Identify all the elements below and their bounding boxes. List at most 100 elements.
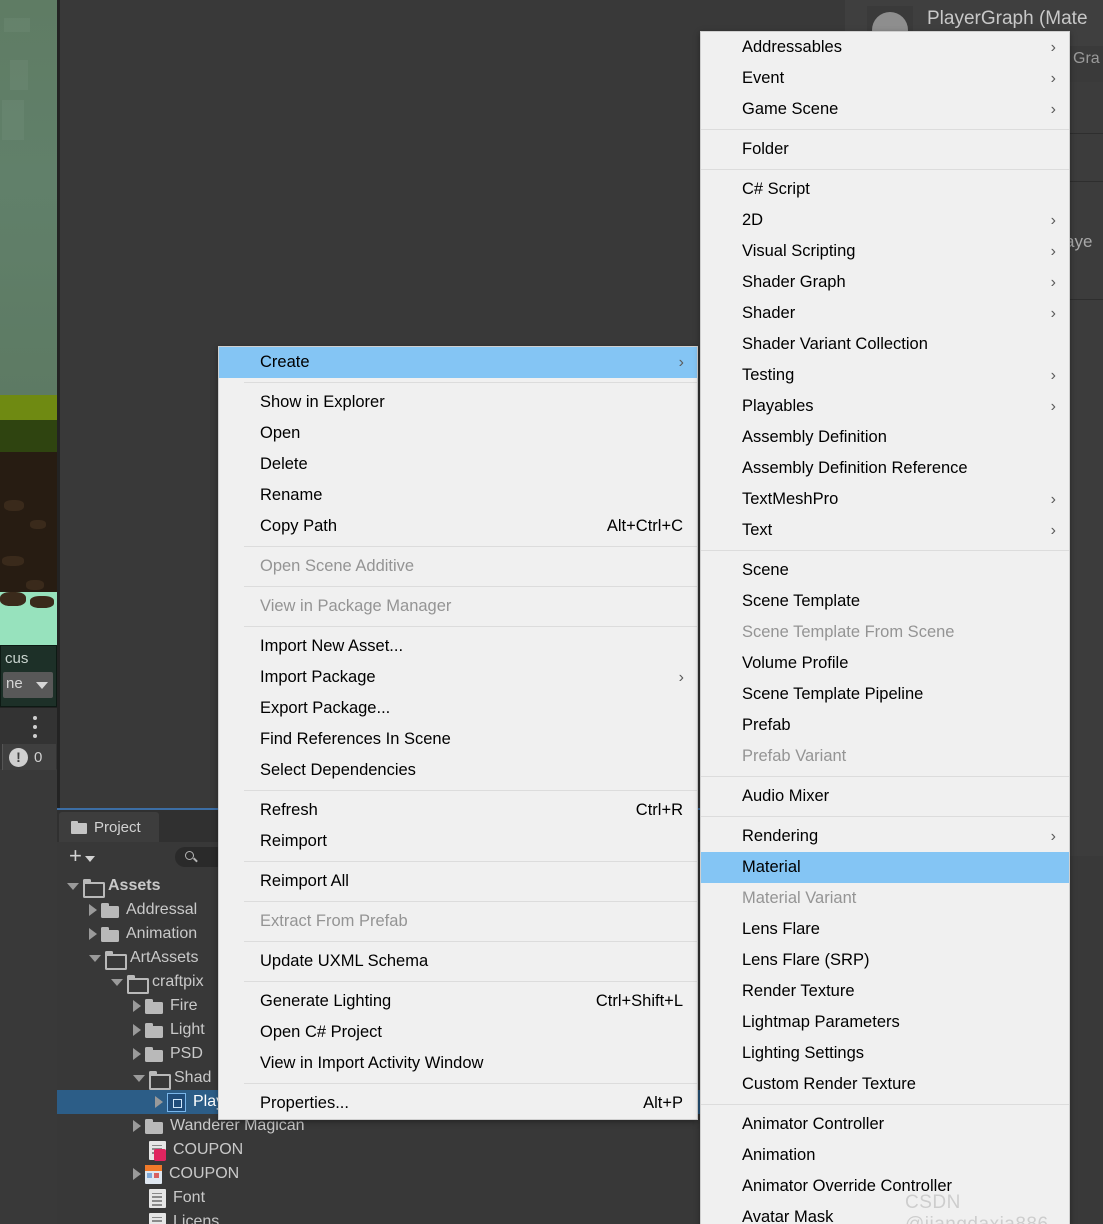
menu-item-label: Import New Asset... [260,637,404,655]
menu-item-rename[interactable]: Rename [219,480,697,511]
menu-item-game-scene[interactable]: Game Scene › [701,94,1069,125]
chevron-right-icon[interactable] [133,1048,141,1060]
menu-item-label: Material Variant [742,889,857,907]
menu-item-material-variant: Material Variant [701,883,1069,914]
menu-item-render-texture[interactable]: Render Texture [701,976,1069,1007]
chevron-right-icon[interactable] [133,1000,141,1012]
chevron-right-icon[interactable] [133,1168,141,1180]
tree-row[interactable]: COUPON [57,1138,703,1162]
menu-item-animation[interactable]: Animation [701,1140,1069,1171]
chevron-down-icon[interactable] [111,978,123,986]
error-count-badge[interactable]: ! 0 [2,744,56,770]
menu-item-label: Lighting Settings [742,1044,865,1062]
tree-row[interactable]: Licens [57,1210,703,1224]
menu-item-select-dependencies[interactable]: Select Dependencies [219,755,697,786]
menu-item-testing[interactable]: Testing › [701,360,1069,391]
menu-item-reimport-all[interactable]: Reimport All [219,866,697,897]
menu-item-label: Rename [260,486,323,504]
chevron-right-icon[interactable] [89,904,97,916]
scene-rock [4,500,24,511]
menu-item-assembly-definition-reference[interactable]: Assembly Definition Reference [701,453,1069,484]
menu-item-scene[interactable]: Scene [701,555,1069,586]
menu-item-lens-flare-srp[interactable]: Lens Flare (SRP) [701,945,1069,976]
focus-dropdown[interactable]: ne [3,672,53,698]
unity-editor-window: cus ne ! 0 PlayerGraph (Mate Gra aye Pro… [0,0,1103,1224]
menu-item-copy-path[interactable]: Copy Path Alt+Ctrl+C [219,511,697,542]
menu-item-event[interactable]: Event › [701,63,1069,94]
chevron-down-icon[interactable] [133,1074,145,1082]
menu-item-scene-template[interactable]: Scene Template [701,586,1069,617]
menu-item-visual-scripting[interactable]: Visual Scripting › [701,236,1069,267]
shader-graph-icon [167,1092,186,1112]
menu-item-shader[interactable]: Shader › [701,298,1069,329]
menu-item-import-package[interactable]: Import Package › [219,662,697,693]
create-asset-button[interactable]: + [69,843,95,868]
menu-item-lightmap-parameters[interactable]: Lightmap Parameters [701,1007,1069,1038]
tree-row-label: PSD [170,1045,203,1062]
menu-item-import-new-asset[interactable]: Import New Asset... [219,631,697,662]
scene-focus-overlay[interactable]: cus ne [0,645,57,707]
chevron-right-icon[interactable] [89,928,97,940]
chevron-right-icon[interactable] [133,1120,141,1132]
menu-item-lighting-settings[interactable]: Lighting Settings [701,1038,1069,1069]
menu-item-text[interactable]: Text › [701,515,1069,546]
chevron-down-icon[interactable] [67,882,79,890]
chevron-right-icon: › [678,354,684,371]
menu-item-label: Copy Path [260,517,338,535]
image-file-icon [145,1164,162,1184]
tree-row-label: Licens [173,1213,220,1224]
folder-icon [145,1118,163,1134]
menu-item-animator-controller[interactable]: Animator Controller [701,1109,1069,1140]
menu-item-c-script[interactable]: C# Script [701,174,1069,205]
scene-view[interactable] [0,0,58,655]
menu-item-shader-graph[interactable]: Shader Graph › [701,267,1069,298]
menu-separator [244,626,697,627]
chevron-right-icon: › [1050,70,1056,87]
menu-item-refresh[interactable]: Refresh Ctrl+R [219,795,697,826]
menu-item-delete[interactable]: Delete [219,449,697,480]
menu-separator [244,790,697,791]
menu-item-label: Audio Mixer [742,787,830,805]
menu-item-export-package[interactable]: Export Package... [219,693,697,724]
menu-item-playables[interactable]: Playables › [701,391,1069,422]
create-submenu[interactable]: Addressables › Event › Game Scene › Folder C# S… [700,31,1070,1224]
chevron-right-icon[interactable] [155,1096,163,1108]
menu-item-show-in-explorer[interactable]: Show in Explorer [219,387,697,418]
tree-row[interactable]: Font [57,1186,703,1210]
menu-item-open-c-project[interactable]: Open C# Project [219,1017,697,1048]
tree-row[interactable]: COUPON [57,1162,703,1186]
menu-item-volume-profile[interactable]: Volume Profile [701,648,1069,679]
menu-item-audio-mixer[interactable]: Audio Mixer [701,781,1069,812]
menu-item-folder[interactable]: Folder [701,134,1069,165]
menu-item-reimport[interactable]: Reimport [219,826,697,857]
menu-item-textmeshpro[interactable]: TextMeshPro › [701,484,1069,515]
chevron-down-icon[interactable] [89,954,101,962]
tab-project[interactable]: Project [59,812,159,842]
menu-item-update-uxml-schema[interactable]: Update UXML Schema [219,946,697,977]
menu-item-lens-flare[interactable]: Lens Flare [701,914,1069,945]
menu-separator [244,981,697,982]
menu-item-view-in-import-activity-window[interactable]: View in Import Activity Window [219,1048,697,1079]
menu-item-2d[interactable]: 2D › [701,205,1069,236]
menu-item-label: Select Dependencies [260,761,416,779]
more-options-icon[interactable] [33,716,37,738]
menu-item-create[interactable]: Create › [219,347,697,378]
menu-item-properties[interactable]: Properties... Alt+P [219,1088,697,1119]
chevron-right-icon[interactable] [133,1024,141,1036]
menu-item-open[interactable]: Open [219,418,697,449]
menu-item-label: Reimport All [260,872,349,890]
menu-item-addressables[interactable]: Addressables › [701,32,1069,63]
menu-item-scene-template-pipeline[interactable]: Scene Template Pipeline [701,679,1069,710]
menu-item-custom-render-texture[interactable]: Custom Render Texture [701,1069,1069,1100]
menu-item-find-references-in-scene[interactable]: Find References In Scene [219,724,697,755]
menu-item-rendering[interactable]: Rendering › [701,821,1069,852]
menu-item-material[interactable]: Material [701,852,1069,883]
menu-item-generate-lighting[interactable]: Generate Lighting Ctrl+Shift+L [219,986,697,1017]
asset-context-menu[interactable]: Create › Show in Explorer Open Delete Rename C… [218,346,698,1120]
plus-icon: + [69,843,82,868]
menu-item-shader-variant-collection[interactable]: Shader Variant Collection [701,329,1069,360]
menu-item-label: Export Package... [260,699,391,717]
menu-item-prefab[interactable]: Prefab [701,710,1069,741]
panel-divider [57,0,60,810]
menu-item-assembly-definition[interactable]: Assembly Definition [701,422,1069,453]
